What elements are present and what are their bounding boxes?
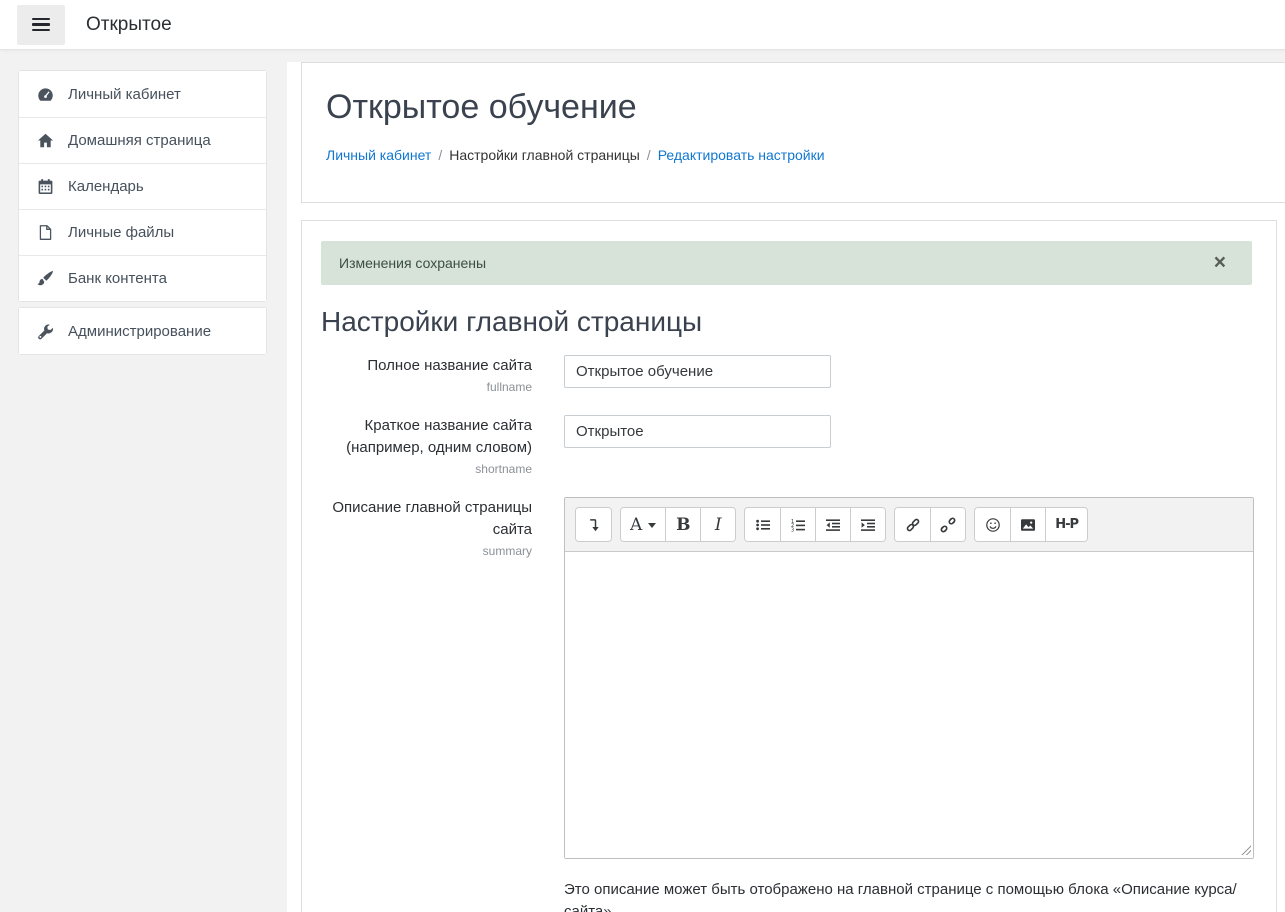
unlink-icon — [940, 517, 956, 533]
bold-icon: B — [676, 515, 690, 535]
outdent-icon — [825, 517, 841, 533]
shortname-key: shortname — [321, 461, 532, 478]
italic-button[interactable]: I — [700, 508, 735, 541]
ordered-list-button[interactable]: 123 — [780, 508, 815, 541]
atto-editor: A B I — [564, 497, 1254, 859]
sidebar-item-home[interactable]: Домашняя страница — [19, 117, 266, 163]
drawer-main-group: Личный кабинет Домашняя страница Календа… — [18, 70, 267, 302]
form-row-shortname: Краткое название сайта (например, одним … — [321, 415, 1252, 478]
page-header-card: Открытое обучение Личный кабинет / Настрой… — [301, 62, 1285, 203]
form-row-summary: Описание главной страницы сайта summary — [321, 497, 1252, 912]
collapse-toolbar-button[interactable] — [576, 508, 611, 541]
sidebar-item-label: Личные файлы — [68, 224, 174, 241]
numbered-list-icon: 123 — [790, 517, 806, 533]
breadcrumb-link-edit-settings[interactable]: Редактировать настройки — [658, 147, 825, 163]
top-navbar: Открытое — [0, 0, 1285, 50]
shortname-label: Краткое название сайта — [321, 415, 532, 437]
alert-close-button[interactable]: × — [1214, 255, 1234, 271]
letter-a-icon: A — [630, 515, 642, 535]
hamburger-icon — [32, 18, 50, 21]
editor-content-area[interactable] — [565, 552, 1253, 858]
unlink-button[interactable] — [930, 508, 965, 541]
breadcrumb-link-dashboard[interactable]: Личный кабинет — [326, 147, 431, 163]
file-icon — [37, 224, 54, 241]
hamburger-button[interactable] — [17, 5, 65, 45]
drawer-admin-group: Администрирование — [18, 307, 267, 355]
dashboard-icon — [37, 86, 54, 103]
wrench-icon — [37, 323, 54, 340]
breadcrumb-item-frontpage-settings: Настройки главной страницы — [449, 147, 640, 163]
breadcrumb: Личный кабинет / Настройки главной страниц… — [326, 145, 1266, 166]
shortname-label-line2: (например, одним словом) — [321, 437, 532, 459]
success-alert: Изменения сохранены × — [321, 241, 1252, 285]
close-icon: × — [1214, 251, 1226, 274]
indent-button[interactable] — [850, 508, 885, 541]
bullet-list-icon — [755, 517, 771, 533]
site-brand-link[interactable]: Открытое — [86, 14, 172, 36]
summary-label: Описание главной страницы сайта — [321, 497, 532, 541]
indent-icon — [860, 517, 876, 533]
sidebar-item-label: Домашняя страница — [68, 132, 211, 149]
breadcrumb-separator: / — [647, 147, 651, 163]
breadcrumb-separator: / — [438, 147, 442, 163]
link-button[interactable] — [895, 508, 930, 541]
main-region: Открытое обучение Личный кабинет / Настрой… — [287, 50, 1285, 912]
svg-text:3: 3 — [791, 527, 794, 533]
sidebar-item-content-bank[interactable]: Банк контента — [19, 255, 266, 301]
fullname-key: fullname — [321, 379, 532, 396]
smiley-icon — [985, 517, 1001, 533]
fullname-label: Полное название сайта — [321, 355, 532, 377]
emoticon-button[interactable] — [975, 508, 1010, 541]
unordered-list-button[interactable] — [745, 508, 780, 541]
sidebar-item-label: Календарь — [68, 178, 144, 195]
shortname-input[interactable] — [564, 415, 831, 448]
insert-image-button[interactable] — [1010, 508, 1045, 541]
alert-text: Изменения сохранены — [339, 255, 486, 271]
editor-toolbar: A B I — [565, 498, 1253, 552]
fullname-input[interactable] — [564, 355, 831, 388]
settings-form-card: Изменения сохранены × Настройки главной … — [301, 220, 1277, 912]
sidebar-item-label: Личный кабинет — [68, 86, 181, 103]
sidebar-item-dashboard[interactable]: Личный кабинет — [19, 71, 266, 117]
link-icon — [905, 517, 921, 533]
h5p-icon: H-P — [1055, 517, 1078, 532]
italic-icon: I — [715, 515, 722, 535]
sidebar-item-private-files[interactable]: Личные файлы — [19, 209, 266, 255]
paint-brush-icon — [37, 270, 54, 287]
page-title: Открытое обучение — [326, 86, 1266, 128]
form-row-fullname: Полное название сайта fullname — [321, 355, 1252, 396]
section-title: Настройки главной страницы — [321, 305, 1252, 339]
outdent-button[interactable] — [815, 508, 850, 541]
summary-help-text: Это описание может быть отображено на гл… — [564, 879, 1252, 912]
chevron-down-icon — [648, 523, 656, 532]
sidebar-item-label: Администрирование — [68, 323, 211, 340]
sidebar-item-label: Банк контента — [68, 270, 167, 287]
summary-key: summary — [321, 543, 532, 560]
page-gap — [287, 50, 1285, 62]
image-icon — [1020, 517, 1036, 533]
calendar-icon — [37, 178, 54, 195]
sidebar-item-administration[interactable]: Администрирование — [19, 308, 266, 354]
level-down-icon — [586, 517, 602, 533]
font-style-button[interactable]: A — [621, 508, 665, 541]
home-icon — [37, 132, 54, 149]
resize-handle[interactable] — [1240, 844, 1251, 855]
bold-button[interactable]: B — [665, 508, 700, 541]
h5p-button[interactable]: H-P — [1045, 508, 1087, 541]
nav-drawer: Личный кабинет Домашняя страница Календа… — [0, 50, 287, 912]
sidebar-item-calendar[interactable]: Календарь — [19, 163, 266, 209]
